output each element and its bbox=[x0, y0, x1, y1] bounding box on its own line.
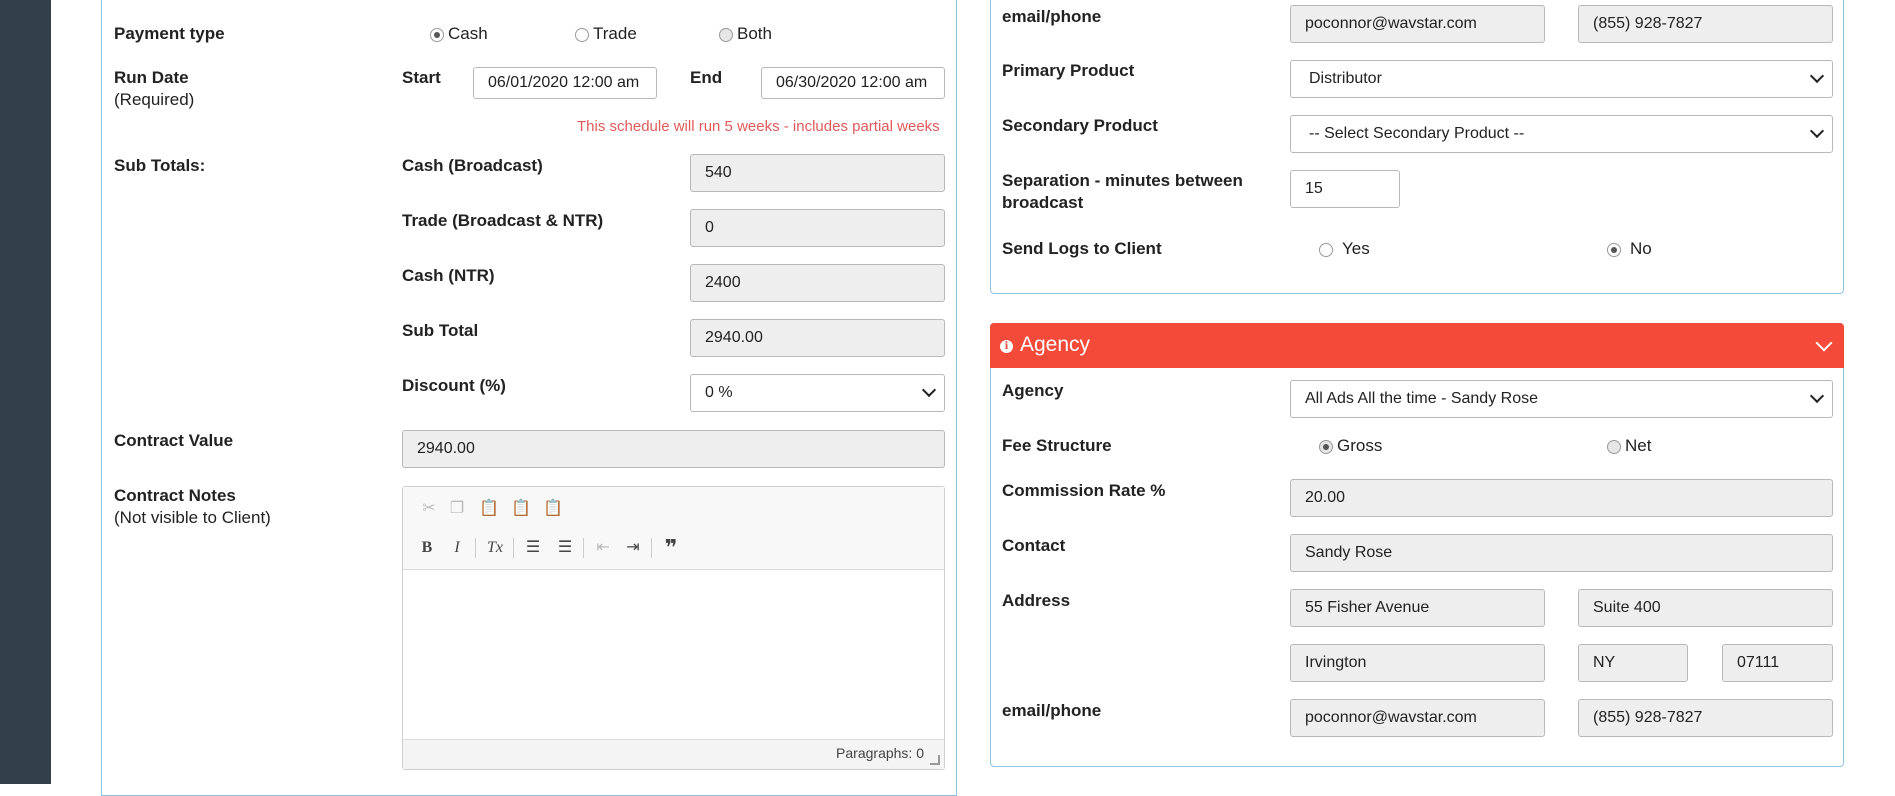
toolbar-separator bbox=[583, 538, 584, 558]
remove-format-icon[interactable]: Tx bbox=[485, 538, 505, 558]
commission-rate-label: Commission Rate % bbox=[1002, 481, 1166, 500]
agency-phone-field: (855) 928-7827 bbox=[1578, 699, 1833, 737]
paste-icon[interactable]: 📋 bbox=[479, 499, 499, 519]
editor-toolbar: ✂ ❐ 📋 📋 📋 B I Tx ☰ ☰ ⇤ ⇥ ❞ bbox=[403, 487, 944, 570]
payment-both-radio[interactable] bbox=[719, 28, 733, 42]
contract-value-label: Contract Value bbox=[114, 431, 234, 450]
sub-totals-label: Sub Totals: bbox=[114, 156, 206, 175]
send-logs-no-label[interactable]: No bbox=[1630, 238, 1652, 260]
payment-cash-radio[interactable] bbox=[430, 28, 444, 42]
paste-text-icon[interactable]: 📋 bbox=[511, 499, 531, 519]
cash-ntr-field: 2400 bbox=[690, 264, 945, 302]
discount-value: 0 % bbox=[705, 384, 733, 401]
contact-label: Contact bbox=[1002, 536, 1066, 555]
commission-rate-field: 20.00 bbox=[1290, 479, 1833, 517]
app-sidebar bbox=[0, 0, 51, 784]
send-logs-yes-label[interactable]: Yes bbox=[1342, 238, 1370, 260]
paragraph-count: Paragraphs: 0 bbox=[836, 745, 924, 761]
primary-product-value: Distributor bbox=[1309, 70, 1382, 87]
zip-field: 07111 bbox=[1722, 644, 1833, 682]
send-logs-yes-radio[interactable] bbox=[1319, 243, 1333, 257]
chevron-down-icon bbox=[1809, 388, 1825, 404]
fee-net-label[interactable]: Net bbox=[1625, 435, 1651, 457]
address-label: Address bbox=[1002, 591, 1071, 610]
toolbar-separator bbox=[475, 538, 476, 558]
discount-label: Discount (%) bbox=[402, 376, 506, 395]
primary-product-label: Primary Product bbox=[1002, 61, 1135, 80]
send-logs-label: Send Logs to Client bbox=[1002, 239, 1162, 258]
blockquote-icon[interactable]: ❞ bbox=[661, 537, 681, 559]
payment-trade-label[interactable]: Trade bbox=[593, 23, 637, 45]
cut-icon[interactable]: ✂ bbox=[419, 499, 439, 519]
start-label: Start bbox=[402, 68, 441, 87]
discount-select[interactable]: 0 % bbox=[690, 374, 945, 412]
paste-word-icon[interactable]: 📋 bbox=[543, 499, 563, 519]
toolbar-separator bbox=[651, 538, 652, 558]
fee-gross-radio[interactable] bbox=[1319, 440, 1333, 454]
agency-email-phone-label: email/phone bbox=[1002, 701, 1102, 720]
run-date-required: (Required) bbox=[114, 90, 195, 109]
payment-cash-label[interactable]: Cash bbox=[448, 23, 488, 45]
collapse-chevron-icon[interactable] bbox=[1815, 334, 1833, 352]
client-email-phone-label: email/phone bbox=[1002, 7, 1102, 26]
outdent-icon[interactable]: ⇤ bbox=[593, 538, 613, 558]
info-icon: i bbox=[1000, 340, 1013, 353]
agency-label: Agency bbox=[1002, 381, 1064, 400]
secondary-product-label: Secondary Product bbox=[1002, 116, 1158, 135]
subtotal-label: Sub Total bbox=[402, 321, 479, 340]
end-date-input[interactable]: 06/30/2020 12:00 am bbox=[761, 67, 945, 99]
client-phone-field: (855) 928-7827 bbox=[1578, 5, 1833, 43]
separation-label: Separation - minutes between bbox=[1002, 171, 1243, 190]
address-line2-field: Suite 400 bbox=[1578, 589, 1833, 627]
contract-notes-label: Contract Notes bbox=[114, 486, 236, 505]
payment-both-label[interactable]: Both bbox=[737, 23, 772, 45]
agency-select[interactable]: All Ads All the time - Sandy Rose bbox=[1290, 380, 1833, 418]
secondary-product-select[interactable]: -- Select Secondary Product -- bbox=[1290, 115, 1833, 153]
client-email-field: poconnor@wavstar.com bbox=[1290, 5, 1545, 43]
chevron-down-icon bbox=[1809, 68, 1825, 84]
agency-header[interactable]: i Agency bbox=[990, 323, 1844, 368]
resize-handle-icon[interactable] bbox=[930, 755, 940, 765]
toolbar-separator bbox=[513, 538, 514, 558]
separation-input[interactable]: 15 bbox=[1290, 170, 1400, 208]
agency-title: Agency bbox=[1020, 333, 1091, 356]
payment-type-label: Payment type bbox=[114, 24, 225, 43]
cash-ntr-label: Cash (NTR) bbox=[402, 266, 495, 285]
cash-broadcast-field: 540 bbox=[690, 154, 945, 192]
indent-icon[interactable]: ⇥ bbox=[623, 538, 643, 558]
schedule-warning: This schedule will run 5 weeks - include… bbox=[577, 118, 940, 135]
contract-notes-editor[interactable]: ✂ ❐ 📋 📋 📋 B I Tx ☰ ☰ ⇤ ⇥ ❞ Paragraphs: 0 bbox=[402, 486, 945, 770]
secondary-product-value: -- Select Secondary Product -- bbox=[1309, 125, 1525, 142]
run-date-label: Run Date bbox=[114, 68, 189, 87]
address-line1-field: 55 Fisher Avenue bbox=[1290, 589, 1545, 627]
fee-gross-label[interactable]: Gross bbox=[1337, 435, 1382, 457]
fee-net-radio[interactable] bbox=[1607, 440, 1621, 454]
start-date-input[interactable]: 06/01/2020 12:00 am bbox=[473, 67, 657, 99]
end-label: End bbox=[690, 68, 723, 87]
agency-value: All Ads All the time - Sandy Rose bbox=[1305, 390, 1538, 407]
trade-field: 0 bbox=[690, 209, 945, 247]
payment-trade-radio[interactable] bbox=[575, 28, 589, 42]
contract-notes-sublabel: (Not visible to Client) bbox=[114, 508, 271, 527]
subtotal-field: 2940.00 bbox=[690, 319, 945, 357]
editor-footer: Paragraphs: 0 bbox=[403, 739, 944, 769]
chevron-down-icon bbox=[921, 382, 937, 398]
city-field: Irvington bbox=[1290, 644, 1545, 682]
primary-product-select[interactable]: Distributor bbox=[1290, 60, 1833, 98]
bullet-list-icon[interactable]: ☰ bbox=[555, 538, 575, 558]
bold-icon[interactable]: B bbox=[417, 538, 437, 558]
numbered-list-icon[interactable]: ☰ bbox=[523, 538, 543, 558]
state-field: NY bbox=[1578, 644, 1688, 682]
contract-value-field: 2940.00 bbox=[402, 430, 945, 468]
contact-field: Sandy Rose bbox=[1290, 534, 1833, 572]
separation-label-line2: broadcast bbox=[1002, 193, 1084, 212]
italic-icon[interactable]: I bbox=[447, 538, 467, 558]
copy-icon[interactable]: ❐ bbox=[447, 499, 467, 519]
send-logs-no-radio[interactable] bbox=[1607, 243, 1621, 257]
chevron-down-icon bbox=[1809, 123, 1825, 139]
trade-label: Trade (Broadcast & NTR) bbox=[402, 211, 604, 230]
agency-email-field: poconnor@wavstar.com bbox=[1290, 699, 1545, 737]
fee-structure-label: Fee Structure bbox=[1002, 436, 1112, 455]
cash-broadcast-label: Cash (Broadcast) bbox=[402, 156, 543, 175]
